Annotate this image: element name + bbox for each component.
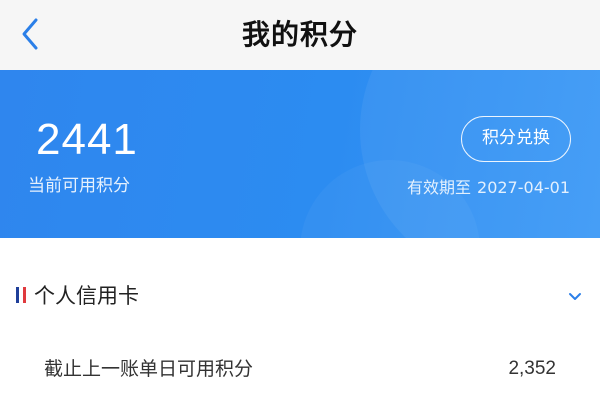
flag-icon [16,287,26,303]
flag-stripe [22,287,26,303]
available-points-value: 2441 [36,115,138,164]
top-navigation-bar: 我的积分 [0,0,600,70]
available-points-label: 当前可用积分 [28,176,130,196]
expiry-date: 2027-04-01 [477,178,570,197]
points-summary-card: 2441 当前可用积分 积分兑换 有效期至 2027-04-01 [0,70,600,238]
points-expiry: 有效期至 2027-04-01 [407,176,570,200]
chevron-left-icon [22,18,38,50]
points-page: 我的积分 2441 当前可用积分 积分兑换 有效期至 2027-04-01 个人信… [0,0,600,399]
page-title: 我的积分 [241,18,358,51]
back-button[interactable] [10,14,50,54]
expiry-label: 有效期至 [407,178,472,197]
previous-statement-points-value: 2,352 [508,358,556,379]
chevron-down-icon[interactable] [567,288,583,304]
previous-statement-points-label: 截止上一账单日可用积分 [44,358,254,380]
redeem-points-button[interactable]: 积分兑换 [461,116,571,162]
personal-credit-card-section-header[interactable]: 个人信用卡 [0,270,600,320]
section-title: 个人信用卡 [34,284,139,308]
